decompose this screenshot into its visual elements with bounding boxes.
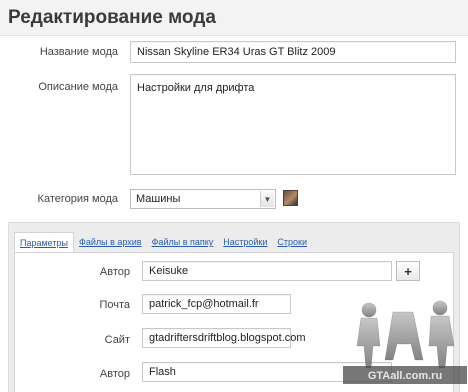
site-value: gtadriftersdriftblog.blogspot.com xyxy=(149,332,306,344)
category-value: Машины xyxy=(136,193,181,205)
tab-parameters[interactable]: Параметры xyxy=(14,232,74,252)
email-label: Почта xyxy=(99,299,130,311)
category-thumbnail xyxy=(283,190,298,206)
author2-label: Автор xyxy=(99,368,130,380)
description-label: Описание мода xyxy=(38,81,118,93)
tab-settings[interactable]: Настройки xyxy=(218,232,272,252)
site-label: Сайт xyxy=(104,334,130,346)
name-field[interactable]: Nissan Skyline ER34 Uras GT Blitz 2009 xyxy=(130,41,456,63)
name-value: Nissan Skyline ER34 Uras GT Blitz 2009 xyxy=(137,46,336,58)
add-author-button[interactable]: + xyxy=(396,261,420,281)
author-field[interactable]: Keisuke xyxy=(142,261,392,281)
author2-value: Flash xyxy=(149,366,176,378)
description-value: Настройки для дрифта xyxy=(137,82,255,94)
title-bar: Редактирование мода xyxy=(0,0,468,36)
tab-strings[interactable]: Строки xyxy=(272,232,312,252)
tab-archive-files[interactable]: Файлы в архив xyxy=(74,232,147,252)
watermark-logo: GTAall.com.ru xyxy=(343,300,467,384)
page-title: Редактирование мода xyxy=(8,7,216,28)
author-value: Keisuke xyxy=(149,265,189,277)
category-select[interactable]: Машины ▼ xyxy=(130,189,276,209)
chevron-down-icon[interactable]: ▼ xyxy=(260,191,274,207)
email-value: patrick_fcp@hotmail.fr xyxy=(149,298,259,310)
plus-icon: + xyxy=(404,263,412,279)
description-field[interactable]: Настройки для дрифта xyxy=(130,74,456,175)
email-field[interactable]: patrick_fcp@hotmail.fr xyxy=(142,294,291,314)
name-label: Название мода xyxy=(39,46,118,58)
tab-bar: Параметры Файлы в архив Файлы в папку На… xyxy=(14,232,312,252)
site-field[interactable]: gtadriftersdriftblog.blogspot.com xyxy=(142,328,306,348)
author-label: Автор xyxy=(99,266,130,278)
watermark-text: GTAall.com.ru xyxy=(368,370,442,382)
tab-folder-files[interactable]: Файлы в папку xyxy=(147,232,219,252)
category-label: Категория мода xyxy=(37,193,118,205)
